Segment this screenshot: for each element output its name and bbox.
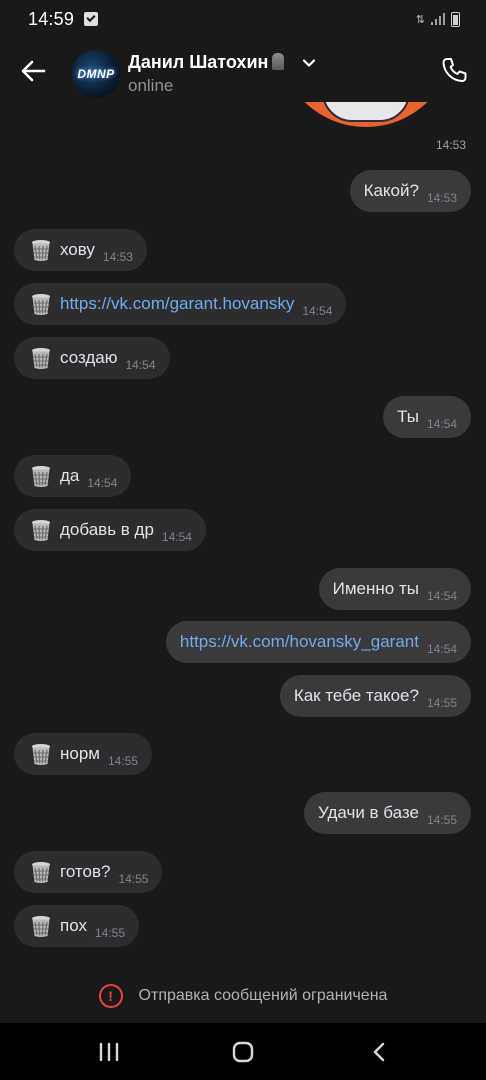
message-time: 14:54 <box>426 417 457 431</box>
contact-name-text: Данил Шатохин <box>128 52 269 72</box>
status-icons: ⇅ <box>415 11 460 27</box>
message-text: Удачи в базе <box>317 803 419 822</box>
message-text: добавь в др <box>60 520 154 539</box>
outgoing-message-bubble[interactable]: Как тебе такое? 14:55 <box>279 675 471 717</box>
incoming-message-bubble[interactable]: норм 14:55 <box>14 733 153 775</box>
message-text: Ты <box>397 407 419 426</box>
incoming-message-bubble[interactable]: готов? 14:55 <box>14 851 163 893</box>
contact-name[interactable]: Данил Шатохин <box>128 52 285 73</box>
signal-icon <box>431 13 445 25</box>
back-icon[interactable] <box>366 1039 396 1065</box>
battery-icon <box>451 11 460 27</box>
wastebasket-icon <box>32 347 50 369</box>
message-time: 14:53 <box>435 138 466 152</box>
image-message-remnant[interactable] <box>276 102 456 130</box>
wastebasket-icon <box>32 861 50 883</box>
status-bar: 14:59 ⇅ <box>0 0 486 38</box>
message-text: пох <box>60 916 87 935</box>
message-time: 14:55 <box>426 696 457 710</box>
message-time: 14:55 <box>108 754 139 768</box>
incoming-message-bubble[interactable]: добавь в др 14:54 <box>14 509 206 551</box>
message-link[interactable]: https://vk.com/hovansky_garant <box>180 632 419 652</box>
warning-icon: ! <box>98 984 123 1008</box>
moai-emoji-icon <box>272 53 285 70</box>
messaging-restricted-notice: ! Отправка сообщений ограничена <box>0 976 486 1016</box>
avatar-logo-text: DMNP <box>77 67 115 81</box>
wastebasket-icon <box>32 519 50 541</box>
message-time: 14:54 <box>426 642 457 656</box>
outgoing-message-bubble[interactable]: Именно ты 14:54 <box>318 568 471 610</box>
message-time: 14:55 <box>118 872 149 886</box>
message-text: Какой? <box>363 181 419 200</box>
message-time: 14:53 <box>102 250 133 264</box>
message-text: готов? <box>60 862 111 881</box>
message-time: 14:53 <box>426 191 457 205</box>
message-time: 14:54 <box>161 530 192 544</box>
message-text: норм <box>60 744 100 763</box>
outgoing-message-bubble[interactable]: Какой? 14:53 <box>349 170 471 212</box>
wastebasket-icon <box>32 239 50 261</box>
incoming-message-bubble[interactable]: создаю 14:54 <box>14 337 170 379</box>
incoming-message-bubble[interactable]: хову 14:53 <box>14 229 147 271</box>
recent-apps-icon[interactable] <box>94 1039 124 1065</box>
incoming-message-bubble[interactable]: пох 14:55 <box>14 905 140 947</box>
message-time: 14:54 <box>426 589 457 603</box>
message-text: Как тебе такое? <box>293 686 419 705</box>
restriction-text: Отправка сообщений ограничена <box>138 987 388 1004</box>
wastebasket-icon <box>32 293 50 315</box>
message-link[interactable]: https://vk.com/garant.hovansky <box>60 294 294 314</box>
wastebasket-icon <box>32 743 50 765</box>
message-time: 14:54 <box>87 476 118 490</box>
outgoing-message-bubble[interactable]: Ты 14:54 <box>383 396 471 438</box>
system-nav-bar <box>0 1023 486 1080</box>
avatar[interactable]: DMNP <box>72 50 120 98</box>
wastebasket-icon <box>32 465 50 487</box>
outgoing-message-bubble[interactable]: https://vk.com/hovansky_garant 14:54 <box>165 621 471 663</box>
outgoing-message-bubble[interactable]: Удачи в базе 14:55 <box>303 792 471 834</box>
incoming-message-bubble[interactable]: да 14:54 <box>14 455 132 497</box>
notification-check-icon <box>84 12 99 26</box>
incoming-message-bubble[interactable]: https://vk.com/garant.hovansky 14:54 <box>14 283 347 325</box>
chat-header: DMNP Данил Шатохин online <box>0 38 486 104</box>
wastebasket-icon <box>32 915 50 937</box>
phone-icon[interactable] <box>440 56 468 84</box>
message-time: 14:55 <box>94 926 126 940</box>
message-text: хову <box>60 240 95 259</box>
message-time: 14:54 <box>302 304 333 318</box>
message-time: 14:54 <box>125 358 156 372</box>
message-text: создаю <box>60 348 118 367</box>
chevron-down-icon[interactable] <box>302 56 316 70</box>
back-arrow-icon[interactable] <box>18 56 48 86</box>
status-time: 14:59 <box>28 8 75 29</box>
data-arrows-icon: ⇅ <box>415 13 425 26</box>
message-text: да <box>60 466 80 485</box>
message-time: 14:55 <box>426 813 457 827</box>
home-icon[interactable] <box>228 1039 258 1065</box>
message-text: Именно ты <box>332 579 419 598</box>
contact-status: online <box>128 76 174 95</box>
